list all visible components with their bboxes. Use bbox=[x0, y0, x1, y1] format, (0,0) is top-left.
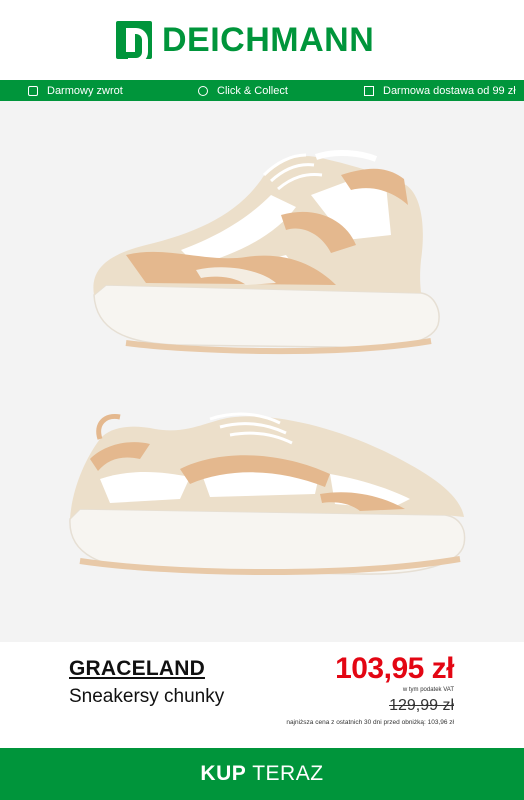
buy-now-button[interactable]: KUP TERAZ bbox=[0, 748, 524, 800]
header: DEICHMANN bbox=[0, 0, 524, 80]
product-gallery[interactable] bbox=[0, 101, 524, 642]
product-image-upper bbox=[93, 149, 440, 355]
delivery-box-icon bbox=[364, 85, 374, 96]
logo-wordmark: DEICHMANN bbox=[162, 21, 375, 59]
current-price: 103,95 zł bbox=[335, 652, 454, 685]
benefit-click-collect[interactable]: Click & Collect bbox=[197, 80, 288, 101]
product-brand-link[interactable]: GRACELAND bbox=[69, 657, 205, 681]
vat-note: w tym podatek VAT bbox=[402, 687, 454, 693]
benefits-bar: Darmowy zwrot Click & Collect Darmowa do… bbox=[0, 80, 524, 101]
old-price: 129,99 zł bbox=[389, 697, 454, 714]
deichmann-logo[interactable]: DEICHMANN bbox=[116, 20, 375, 64]
product-name: Sneakersy chunky bbox=[69, 686, 225, 707]
cta-label-bold: KUP bbox=[200, 762, 247, 785]
benefit-label: Click & Collect bbox=[217, 84, 288, 97]
benefit-label: Darmowy zwrot bbox=[47, 84, 123, 97]
benefit-free-delivery[interactable]: Darmowa dostawa od 99 zł bbox=[364, 80, 516, 101]
logo-mark-icon bbox=[116, 21, 152, 64]
product-image-lower bbox=[69, 412, 466, 576]
return-box-icon bbox=[28, 85, 38, 96]
benefit-label: Darmowa dostawa od 99 zł bbox=[383, 84, 516, 97]
benefit-free-return[interactable]: Darmowy zwrot bbox=[27, 80, 123, 101]
location-pin-icon bbox=[198, 85, 208, 96]
lowest-price-note: najniższa cena z ostatnich 30 dni przed … bbox=[286, 719, 454, 726]
cta-label-rest: TERAZ bbox=[246, 762, 324, 785]
